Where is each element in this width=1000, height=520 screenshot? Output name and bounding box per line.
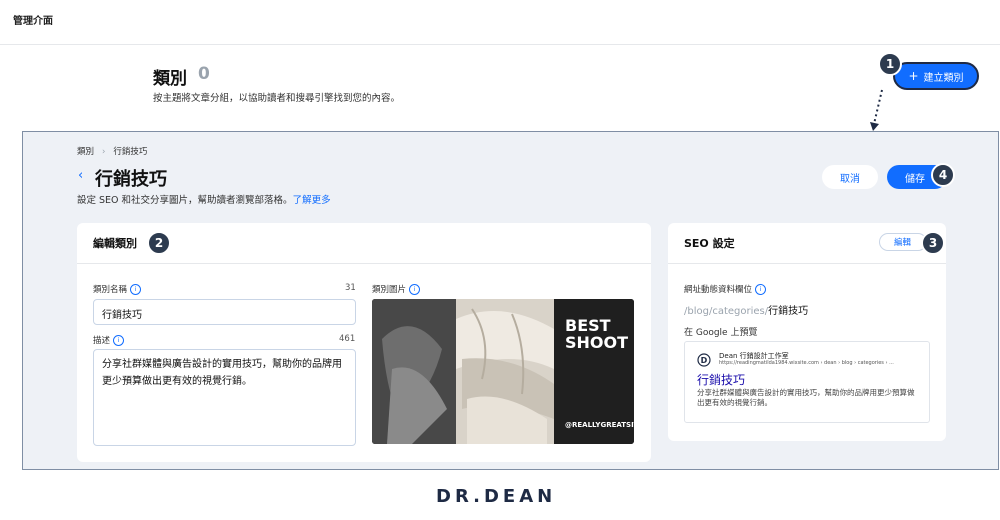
description-label-text: 描述 — [93, 336, 111, 346]
learn-more-link[interactable]: 了解更多 — [293, 195, 331, 206]
slug-text: 行銷技巧 — [768, 306, 809, 317]
detail-subtitle: 設定 SEO 和社交分享圖片，幫助讀者瀏覽部落格。了解更多 — [77, 192, 331, 206]
create-category-label: 建立類別 — [923, 72, 964, 84]
step-badge-1: 1 — [878, 52, 902, 76]
slug-prefix: /blog/categories/ — [684, 306, 769, 317]
name-label-text: 類別名稱 — [93, 285, 128, 295]
step-badge-3: 3 — [921, 231, 945, 255]
step-badge-2: 2 — [147, 231, 171, 255]
breadcrumb: 類別 › 行銷技巧 — [77, 145, 147, 157]
edit-card-title: 編輯類別 — [93, 237, 137, 250]
seo-card-title: SEO 設定 — [684, 237, 735, 250]
cancel-button[interactable]: 取消 — [822, 165, 878, 189]
name-label: 類別名稱 i — [93, 283, 142, 295]
dotted-arrow — [870, 89, 883, 131]
slug-label-text: 網址動態資料欄位 — [684, 285, 753, 295]
image-label-text: 類別圖片 — [372, 285, 407, 295]
description-char-count: 461 — [339, 334, 356, 344]
info-icon[interactable]: i — [113, 335, 125, 346]
dr-dean-logo: DR.DEAN — [436, 486, 557, 507]
info-icon[interactable]: i — [409, 284, 421, 295]
image-text-shoot: SHOOT — [565, 333, 629, 352]
breadcrumb-root[interactable]: 類別 — [77, 147, 94, 157]
description-label: 描述 i — [93, 334, 125, 346]
category-count: 0 — [198, 64, 210, 84]
slug-label: 網址動態資料欄位 i — [684, 283, 767, 295]
google-preview: D Dean 行銷設計工作室 https://readingmatilda198… — [684, 341, 930, 423]
image-caption: @REALLYGREATSITE — [565, 421, 634, 429]
slug-value: /blog/categories/行銷技巧 — [684, 302, 808, 317]
seo-settings-card: SEO 設定 編輯 3 網址動態資料欄位 i /blog/categories/行… — [668, 223, 946, 441]
chevron-right-icon: › — [102, 147, 106, 157]
detail-title: 行銷技巧 — [95, 169, 167, 190]
info-icon[interactable]: i — [130, 284, 142, 295]
preview-description: 分享社群媒體與廣告設計的實用技巧，幫助你的品牌用更少預算做出更有效的視覺行銷。 — [697, 388, 915, 407]
preview-title[interactable]: 行銷技巧 — [697, 371, 745, 388]
category-image[interactable]: BEST SHOOT @REALLYGREATSITE — [372, 299, 634, 444]
image-label: 類別圖片 i — [372, 283, 421, 295]
name-char-count: 31 — [345, 283, 356, 293]
info-icon[interactable]: i — [755, 284, 767, 295]
site-favicon-icon: D — [697, 353, 711, 367]
plus-icon: + — [908, 69, 919, 83]
image-text-best: BEST — [565, 316, 611, 335]
edit-category-card: 編輯類別 2 類別名稱 i 31 行銷技巧 描述 i 461 分享社群媒體與廣告設計… — [77, 223, 651, 462]
admin-title: 管理介面 — [13, 16, 53, 27]
preview-url: https://readingmatilda1984.wixsite.com ›… — [719, 360, 894, 366]
breadcrumb-current: 行銷技巧 — [113, 147, 148, 157]
description-textarea[interactable]: 分享社群媒體與廣告設計的實用技巧，幫助你的品牌用更少預算做出更有效的視覺行銷。 — [93, 349, 356, 446]
category-name-input[interactable]: 行銷技巧 — [93, 299, 356, 325]
top-bar — [0, 0, 1000, 45]
back-chevron-icon[interactable]: ‹ — [78, 168, 83, 183]
detail-subtitle-text: 設定 SEO 和社交分享圖片，幫助讀者瀏覽部落格。 — [77, 195, 293, 206]
create-category-button[interactable]: + 建立類別 — [893, 62, 979, 90]
seo-edit-button[interactable]: 編輯 — [879, 233, 927, 251]
google-preview-label: 在 Google 上預覽 — [684, 328, 758, 338]
step-badge-4: 4 — [931, 163, 955, 187]
page-title: 類別 — [153, 69, 187, 89]
page-subtitle: 按主題將文章分組，以協助讀者和搜尋引擎找到您的內容。 — [153, 93, 401, 104]
svg-text:D: D — [701, 356, 708, 365]
